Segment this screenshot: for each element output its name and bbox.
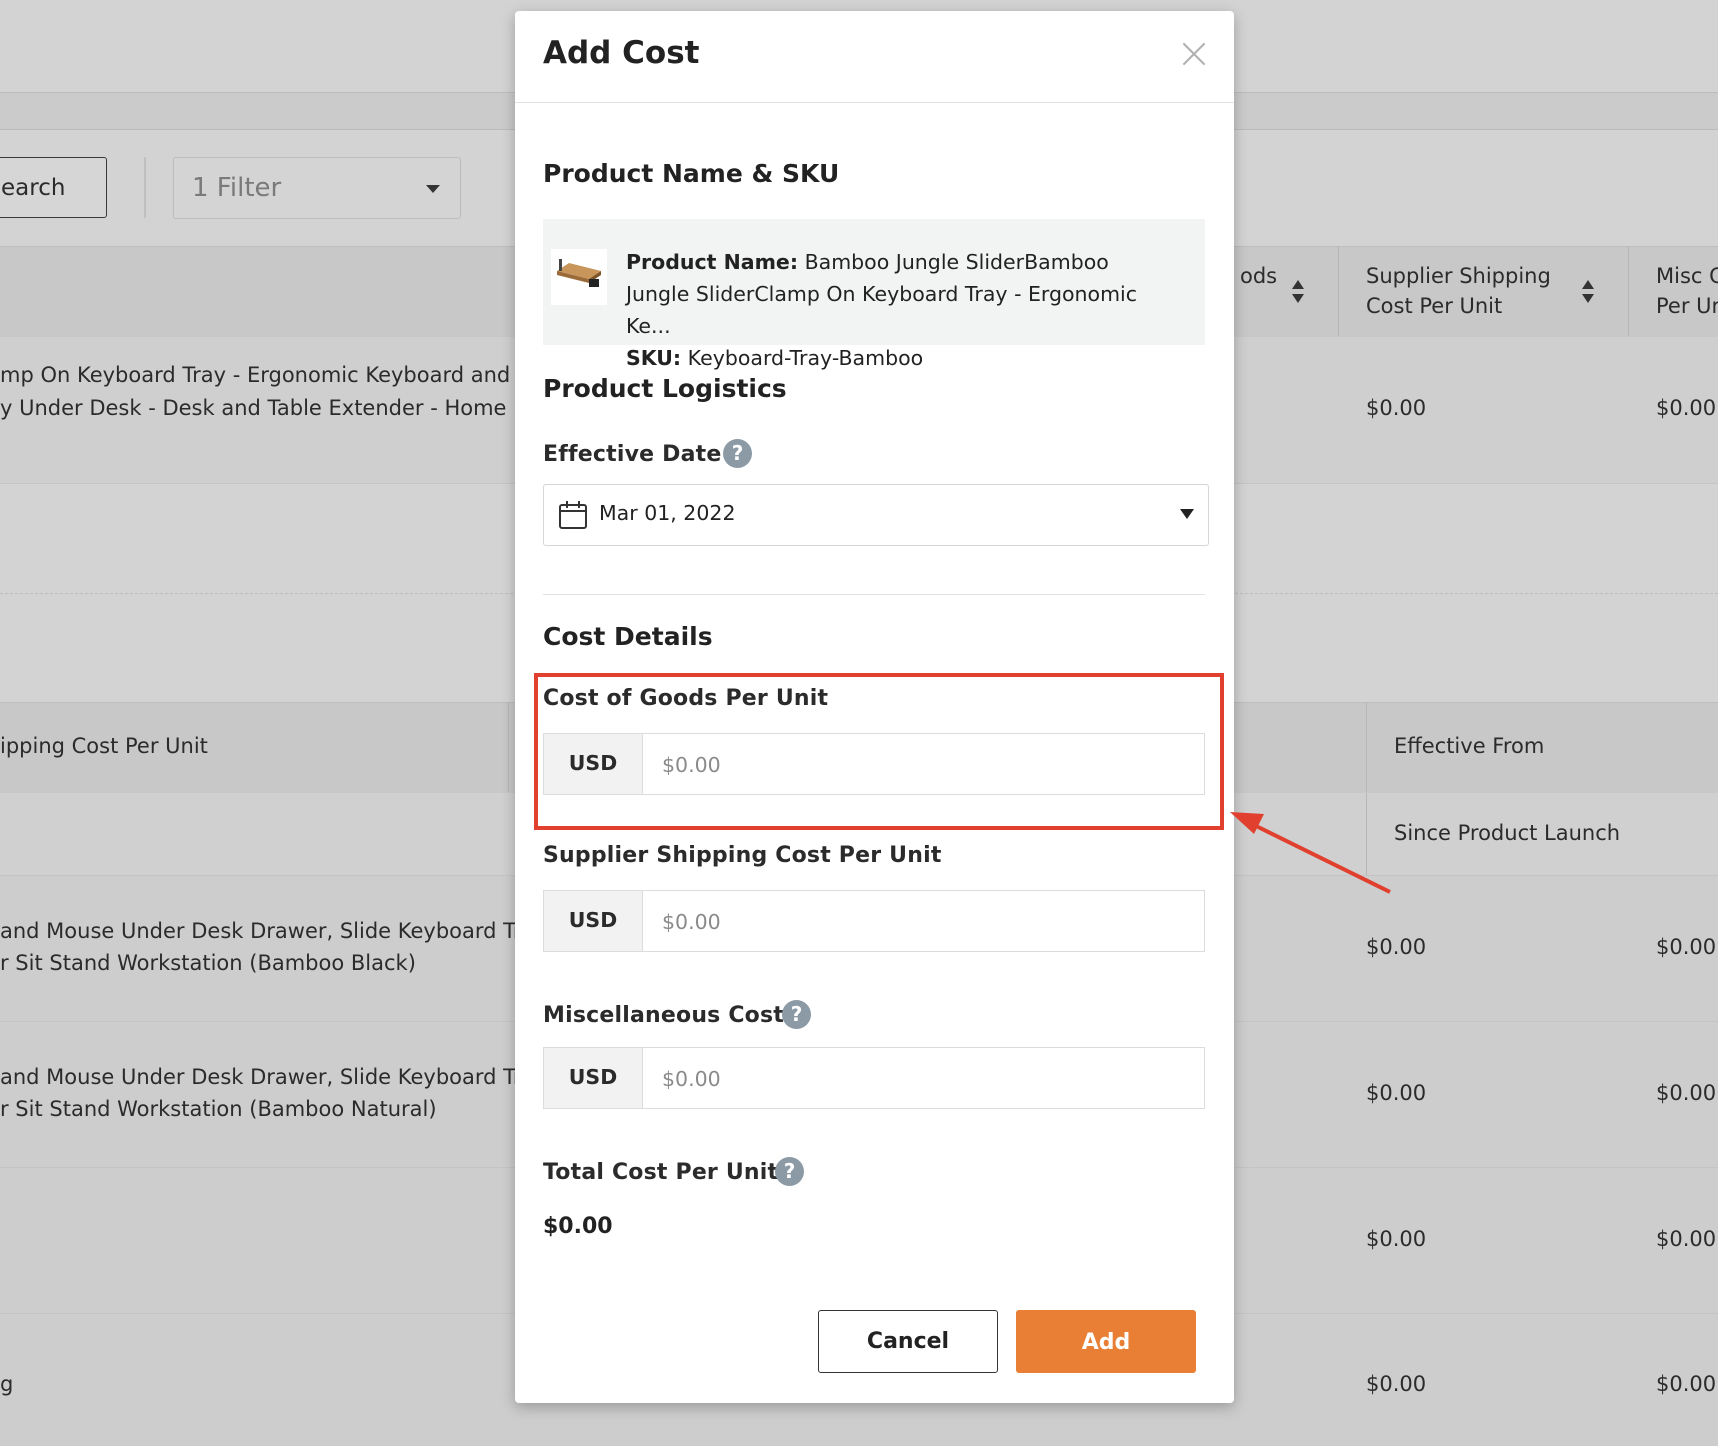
row-value: $0.00 [1366,1227,1427,1251]
effective-from-value: Since Product Launch [1394,821,1621,845]
product-name: Product Name: Bamboo Jungle SliderBamboo… [626,246,1196,374]
column-divider [508,702,509,792]
sku-value: Keyboard-Tray-Bamboo [687,346,924,370]
toolbar-divider [144,157,146,218]
annotation-arrow-icon [1230,812,1391,894]
row-product-text-line2: r Sit Stand Workstation (Bamboo Black) [0,951,416,975]
row-value: $0.00 [1656,935,1717,959]
effective-date-value: Mar 01, 2022 [599,501,736,525]
row-value: $0.00 [1366,935,1427,959]
product-name-line1: Bamboo Jungle SliderBamboo [804,250,1109,274]
product-name-line2: Jungle SliderClamp On Keyboard Tray - Er… [626,282,1138,306]
logistics-section-title: Product Logistics [543,374,787,403]
row-value: $0.00 [1366,1372,1427,1396]
column-divider [1628,246,1629,336]
annotation-highlight-box [534,673,1224,830]
row-value-supplier-shipping: $0.00 [1366,396,1427,420]
help-icon[interactable]: ? [775,1157,804,1186]
filter-label: 1 Filter [192,173,282,203]
row-product-text-line1: mp On Keyboard Tray - Ergonomic Keyboard… [0,363,511,387]
column-divider [1366,702,1367,792]
row-value: $0.00 [1656,1227,1717,1251]
effective-date-label: Effective Date [543,442,722,467]
close-icon[interactable] [1181,41,1207,67]
section-divider [543,594,1205,595]
row-product-text-line1: and Mouse Under Desk Drawer, Slide Keybo… [0,919,522,943]
row-value: $0.00 [1366,1081,1427,1105]
sort-icon[interactable] [1582,280,1596,306]
row-product-text-line2: r Sit Stand Workstation (Bamboo Natural) [0,1097,437,1121]
sku-label: SKU: [626,346,682,370]
product-section-title: Product Name & SKU [543,159,840,188]
effective-date-picker[interactable]: Mar 01, 2022 [543,484,1209,546]
product-thumbnail [551,249,607,305]
cancel-button[interactable]: Cancel [818,1310,998,1373]
column-header-goods[interactable]: ods [1240,260,1277,293]
column-header-shipping[interactable]: ipping Cost Per Unit [0,730,208,763]
row-value: $0.00 [1656,1372,1717,1396]
search-button[interactable]: earch [0,157,107,218]
cost-details-section-title: Cost Details [543,622,713,651]
add-button[interactable]: Add [1016,1310,1196,1373]
row-product-text-line1: g [0,1372,14,1396]
currency-label: USD [544,891,643,951]
column-divider [1338,246,1339,336]
currency-label: USD [544,1048,643,1108]
column-header-supplier-shipping-line1[interactable]: Supplier Shipping [1366,260,1551,293]
help-icon[interactable]: ? [723,439,752,468]
help-icon[interactable]: ? [782,1000,811,1029]
caret-down-icon [1180,509,1194,519]
product-summary: Product Name: Bamboo Jungle SliderBamboo… [543,219,1205,370]
row-value: $0.00 [1656,1081,1717,1105]
modal-header-divider [515,102,1234,103]
misc-cost-label: Miscellaneous Cost [543,1003,785,1028]
misc-cost-input[interactable] [643,1048,1219,1109]
row-product-text-line2: y Under Desk - Desk and Table Extender -… [0,396,507,420]
supplier-shipping-input[interactable] [643,891,1219,952]
modal-title: Add Cost [543,35,700,71]
row-value-misc: $0.00 [1656,396,1717,420]
misc-cost-field: USD [543,1047,1219,1109]
filter-dropdown[interactable]: 1 Filter [173,157,461,219]
calendar-icon [559,501,587,529]
supplier-shipping-label: Supplier Shipping Cost Per Unit [543,843,942,868]
total-cost-value: $0.00 [543,1214,613,1239]
product-name-line3: Ke... [626,314,671,338]
column-header-effective-from[interactable]: Effective From [1394,730,1544,763]
product-name-label: Product Name: [626,250,799,274]
supplier-shipping-field: USD [543,890,1219,952]
total-cost-label: Total Cost Per Unit [543,1160,779,1185]
sort-icon[interactable] [1292,280,1306,306]
column-header-misc-line2[interactable]: Per Ur [1656,290,1718,323]
caret-down-icon [426,185,440,193]
row-product-text-line1: and Mouse Under Desk Drawer, Slide Keybo… [0,1065,522,1089]
column-header-supplier-shipping-line2[interactable]: Cost Per Unit [1366,290,1502,323]
column-header-misc-line1[interactable]: Misc C [1656,260,1718,293]
